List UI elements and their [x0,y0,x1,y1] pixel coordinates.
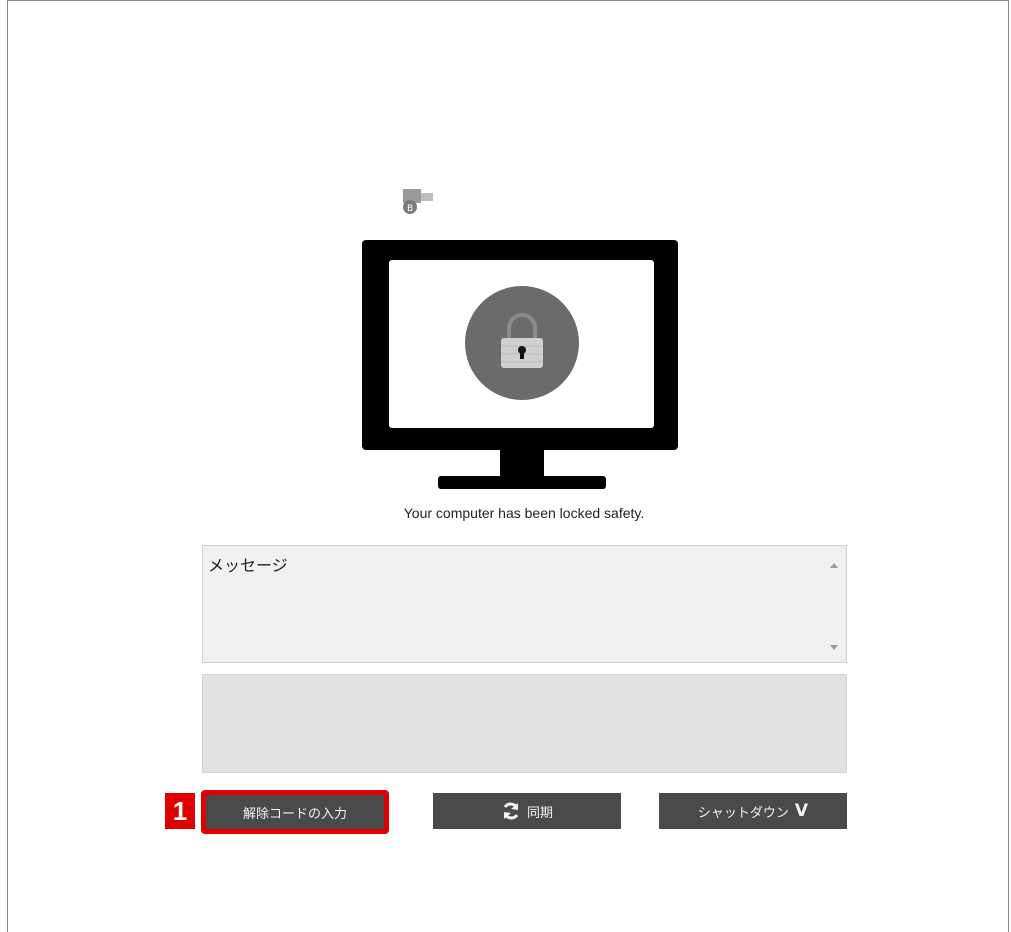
scroll-up-icon[interactable] [830,563,838,568]
shutdown-button[interactable]: シャットダウン V [659,793,847,829]
small-app-icon: B [403,189,433,214]
unlock-button-label: 解除コードの入力 [206,795,384,829]
sync-button-label: 同期 [526,805,553,821]
message-scrollbar[interactable] [822,546,846,662]
step-badge: 1 [165,793,195,829]
svg-text:B: B [407,204,413,214]
info-panel [202,674,847,773]
monitor-icon [362,240,678,489]
message-textarea[interactable]: メッセージ [202,545,847,663]
padlock-icon [465,286,579,400]
message-label: メッセージ [208,556,288,575]
sync-button[interactable]: 同期 [433,793,621,829]
enter-unlock-code-button[interactable]: 解除コードの入力 [201,790,389,834]
shutdown-button-label: シャットダウン [697,805,789,821]
scroll-down-icon[interactable] [830,645,838,650]
refresh-icon [503,802,519,820]
chevron-down-icon: V [794,801,809,821]
lock-status-text: Your computer has been locked safety. [403,505,645,521]
